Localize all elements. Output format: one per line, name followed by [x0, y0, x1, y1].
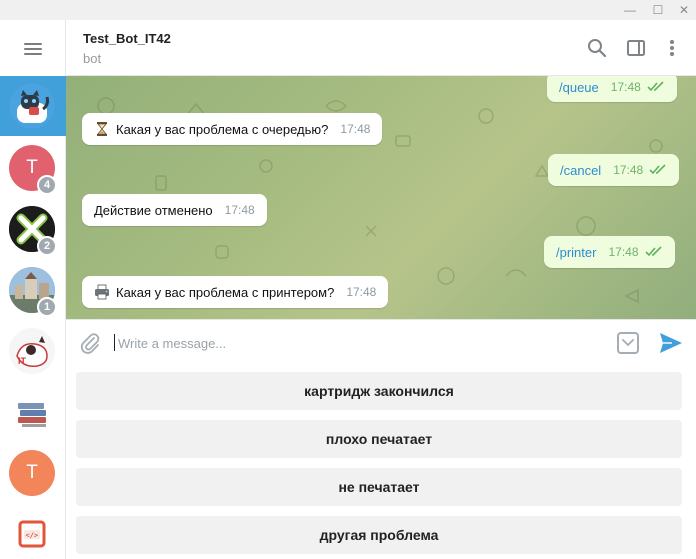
message-text: Какая у вас проблема с принтером?: [116, 284, 335, 300]
chat-item-t[interactable]: T 4: [0, 138, 66, 198]
code-avatar: </>: [9, 511, 55, 557]
close-button[interactable]: ✕: [672, 0, 696, 20]
chat-item-x[interactable]: 2: [0, 199, 66, 259]
title-bar: — ☐ ✕: [0, 0, 696, 20]
unread-badge: 4: [37, 175, 57, 195]
message-time: 17:48: [346, 285, 377, 299]
minimize-button[interactable]: —: [618, 0, 642, 20]
message-composer: [66, 319, 696, 365]
books-avatar: [9, 389, 55, 435]
message-out-cancel[interactable]: /cancel 17:48: [548, 154, 680, 186]
reply-button-cartridge-empty[interactable]: картридж закончился: [76, 372, 682, 410]
message-in-cancelled[interactable]: Действие отменено 17:48: [82, 194, 267, 226]
more-options-icon[interactable]: [660, 36, 684, 60]
hamburger-menu-icon[interactable]: [20, 40, 46, 58]
message-out-queue[interactable]: /queue 17:48: [547, 76, 677, 102]
svg-text:</>: </>: [26, 532, 39, 540]
message-time: 17:48: [608, 245, 639, 259]
message-history[interactable]: /queue 17:48 Какая у вас проблема с очер…: [66, 76, 696, 319]
chat-title[interactable]: Test_Bot_IT42: [83, 31, 171, 46]
chat-header: Test_Bot_IT42 bot: [66, 20, 696, 76]
svg-text:IT: IT: [18, 356, 27, 366]
reply-button-not-printing[interactable]: не печатает: [76, 468, 682, 506]
chat-item-books[interactable]: [0, 382, 66, 442]
message-out-printer[interactable]: /printer 17:48: [544, 236, 675, 268]
read-checkmarks-icon: [649, 164, 666, 175]
message-input[interactable]: [118, 330, 598, 356]
chat-status: bot: [83, 51, 102, 66]
message-text: Какая у вас проблема с очередью?: [116, 121, 329, 137]
message-in-printer-question[interactable]: Какая у вас проблема с принтером? 17:48: [82, 276, 389, 308]
message-time: 17:48: [613, 163, 644, 177]
bot-reply-keyboard: картридж закончился плохо печатает не пе…: [66, 365, 696, 559]
chat-list-sidebar: T 4 2 1 IT T </>: [0, 20, 66, 559]
message-in-queue-question[interactable]: Какая у вас проблема с очередью? 17:48: [82, 113, 383, 145]
reply-button-other-problem[interactable]: другая проблема: [76, 516, 682, 554]
it-cat-avatar: IT: [9, 328, 55, 374]
read-checkmarks-icon: [647, 81, 664, 92]
chat-item-it-cat[interactable]: IT: [0, 321, 66, 381]
chat-item-t2[interactable]: T: [0, 443, 66, 503]
search-icon[interactable]: [585, 36, 609, 60]
bot-avatar: [9, 83, 55, 129]
avatar-letter: T: [26, 157, 38, 178]
printer-icon: [95, 284, 109, 300]
chat-item-city[interactable]: 1: [0, 260, 66, 320]
avatar-letter: T: [26, 462, 38, 483]
sidebar-toggle-icon[interactable]: [624, 36, 648, 60]
command-link[interactable]: /printer: [556, 245, 596, 260]
command-link[interactable]: /cancel: [560, 163, 601, 178]
text-cursor: [114, 334, 115, 351]
command-link[interactable]: /queue: [559, 80, 599, 95]
chat-item-test-bot[interactable]: [0, 76, 66, 136]
paperclip-icon[interactable]: [78, 331, 102, 355]
telegram-window: — ☐ ✕ T 4 2 1 IT T </> Test_Bot_IT42 bot…: [0, 0, 696, 559]
t2-avatar: T: [9, 450, 55, 496]
unread-badge: 2: [37, 236, 57, 256]
message-time: 17:48: [340, 122, 371, 136]
bot-keyboard-toggle-icon[interactable]: [617, 332, 639, 354]
reply-button-poor-printing[interactable]: плохо печатает: [76, 420, 682, 458]
hourglass-icon: [97, 122, 107, 136]
message-time: 17:48: [610, 80, 641, 94]
chat-item-code[interactable]: </>: [0, 504, 66, 559]
message-time: 17:48: [224, 203, 255, 217]
maximize-button[interactable]: ☐: [646, 0, 670, 20]
message-text: Действие отменено: [94, 202, 213, 218]
send-icon[interactable]: [658, 331, 684, 355]
unread-badge: 1: [37, 297, 57, 317]
read-checkmarks-icon: [644, 246, 662, 257]
